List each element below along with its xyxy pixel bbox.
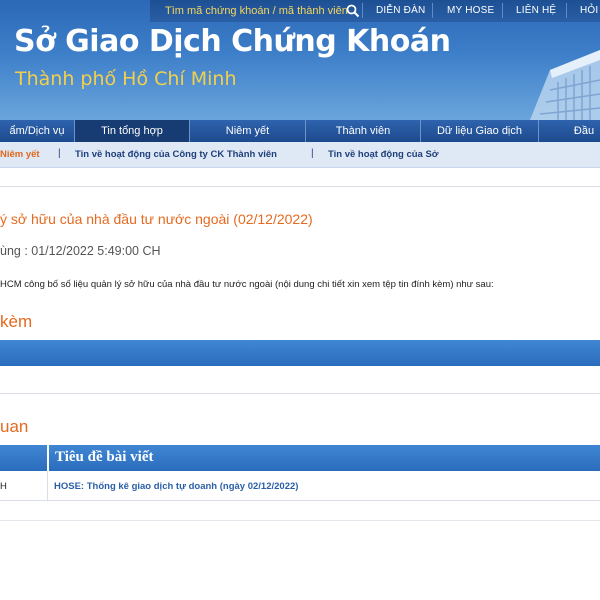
top-link-contact[interactable]: LIÊN HỆ: [516, 5, 556, 16]
related-article-link[interactable]: HOSE: Thống kê giao dịch tự doanh (ngày …: [54, 481, 298, 492]
attachments-table-header: [0, 340, 600, 366]
search-icon[interactable]: [346, 4, 360, 18]
nav-investor[interactable]: Đầu: [539, 120, 600, 142]
top-link-my-hose[interactable]: MY HOSE: [447, 5, 494, 16]
sub-navigation: Niêm yết | Tin về hoạt động của Công ty …: [0, 142, 600, 168]
article-date: ùng : 01/12/2022 5:49:00 CH: [0, 244, 161, 258]
divider: [47, 471, 48, 501]
divider: |: [58, 148, 61, 159]
divider: [432, 3, 433, 18]
site-subtitle: Thành phố Hồ Chí Minh: [15, 68, 237, 90]
nav-news[interactable]: Tin tổng hợp: [75, 120, 189, 142]
main-navigation: ẩm/Dịch vụ Tin tổng hợp Niêm yết Thành v…: [0, 120, 600, 142]
subnav-listing-news[interactable]: Niêm yết: [0, 149, 40, 160]
search-input[interactable]: Tìm mã chứng khoán / mã thành viên: [165, 5, 348, 17]
table-row: H HOSE: Thống kê giao dịch tự doanh (ngà…: [0, 471, 600, 501]
nav-products-services[interactable]: ẩm/Dịch vụ: [0, 120, 74, 142]
nav-members[interactable]: Thành viên: [306, 120, 420, 142]
subnav-member-company-news[interactable]: Tin về hoạt động của Công ty CK Thành vi…: [75, 149, 277, 160]
column-header-title: Tiêu đề bài viết: [55, 449, 154, 465]
divider: [566, 3, 567, 18]
attachments-table-body: [0, 366, 600, 394]
top-link-forum[interactable]: DIỄN ĐÀN: [376, 5, 425, 16]
divider: [47, 445, 49, 471]
site-header: Tìm mã chứng khoán / mã thành viên DIỄN …: [0, 0, 600, 120]
article-body: HCM công bố số liệu quản lý sở hữu của n…: [0, 279, 494, 290]
nav-listing[interactable]: Niêm yết: [190, 120, 305, 142]
building-logo-image: [530, 50, 600, 120]
nav-trading-data[interactable]: Dữ liệu Giao dịch: [421, 120, 538, 142]
divider: [0, 520, 600, 521]
divider: [0, 186, 600, 187]
attachments-heading: kèm: [0, 312, 33, 331]
top-link-ask[interactable]: HỎI: [580, 5, 598, 16]
subnav-exchange-news[interactable]: Tin về hoạt động của Sở: [328, 149, 439, 160]
article-title: ý sở hữu của nhà đầu tư nước ngoài (02/1…: [0, 211, 313, 227]
site-title: Sở Giao Dịch Chứng Khoán: [14, 24, 451, 59]
divider: [362, 3, 363, 18]
table-header-cell: [0, 445, 46, 471]
divider: |: [311, 148, 314, 159]
related-news-heading: uan: [0, 417, 29, 436]
related-table-header: Tiêu đề bài viết: [0, 445, 600, 471]
table-cell: H: [0, 481, 7, 492]
divider: [502, 3, 503, 18]
